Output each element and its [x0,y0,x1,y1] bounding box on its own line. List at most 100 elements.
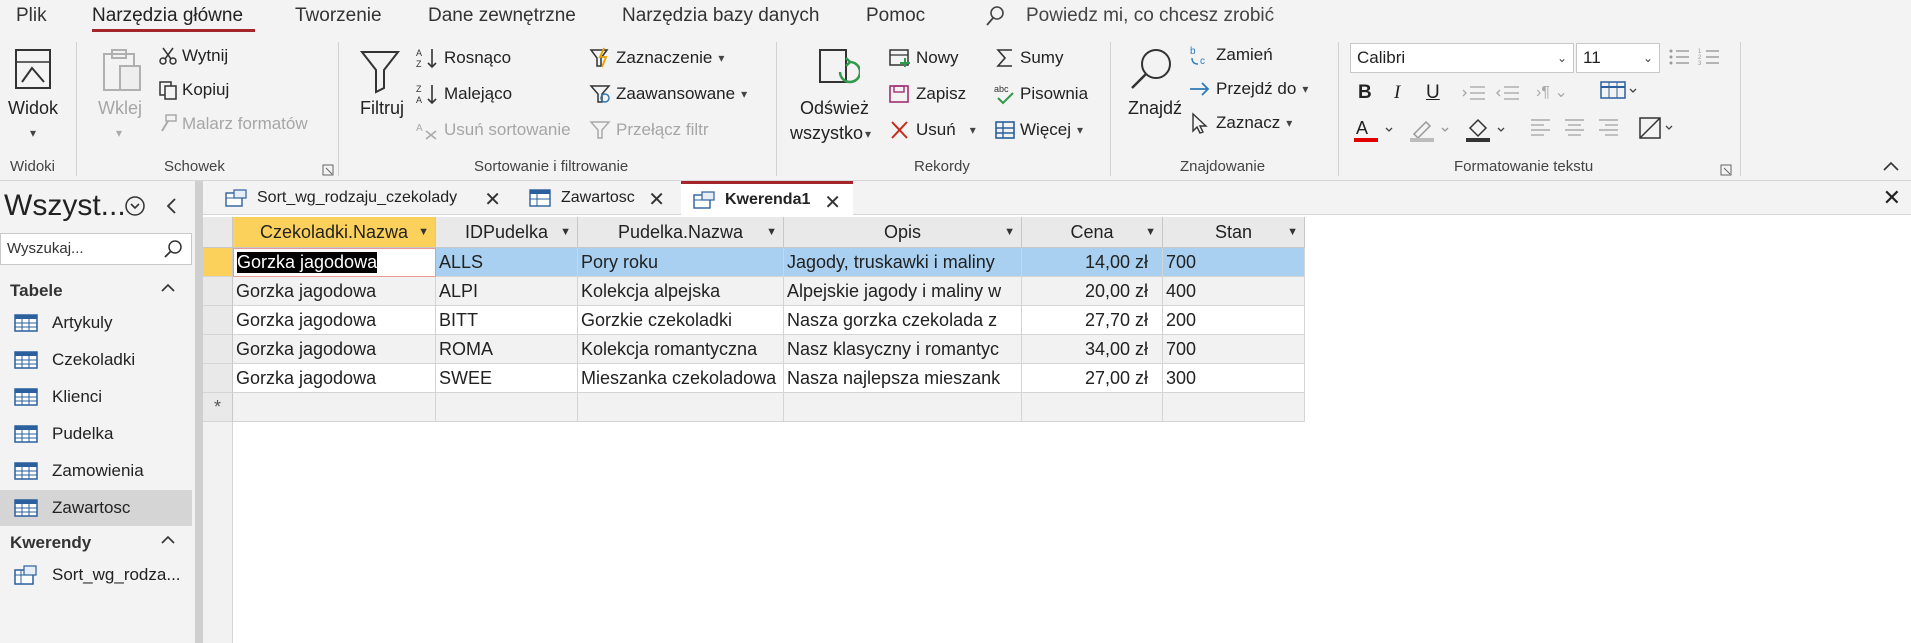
table-cell[interactable]: SWEE [436,364,578,393]
table-cell[interactable]: Jagody, truskawki i maliny [784,248,1022,277]
nav-section-queries[interactable]: Kwerendy [10,533,91,553]
table-cell[interactable]: Nasz klasyczny i romantyc [784,335,1022,364]
font-name-select[interactable]: Calibri ⌄ [1350,43,1574,73]
doc-tab-kwerenda1[interactable]: Kwerenda1 ✕ [681,181,853,215]
decrease-indent-icon[interactable] [1496,84,1520,102]
table-cell[interactable]: Nasza najlepsza mieszank [784,364,1022,393]
find-button[interactable] [1128,46,1176,97]
table-cell[interactable]: Alpejskie jagody i maliny w [784,277,1022,306]
table-cell[interactable]: ALLS [436,248,578,277]
gridlines-icon[interactable] [1600,80,1640,100]
copy-button[interactable]: Kopiuj [158,80,229,100]
table-cell[interactable]: Nasza gorzka czekolada z [784,306,1022,335]
increase-indent-icon[interactable] [1462,84,1486,102]
table-cell[interactable]: Mieszanka czekoladowa [578,364,784,393]
alternate-row-color-icon[interactable] [1638,116,1678,140]
table-cell[interactable]: 300 [1163,364,1305,393]
tab-database-tools[interactable]: Narzędzia bazy danych [622,5,820,27]
table-cell[interactable]: BITT [436,306,578,335]
clipboard-launcher-icon[interactable] [322,164,334,176]
collapse-pane-icon[interactable] [164,195,180,217]
column-dropdown-icon[interactable]: ▼ [560,226,571,238]
column-dropdown-icon[interactable]: ▼ [766,226,777,238]
paragraph-direction-icon[interactable]: ›¶ ⌄ [1536,82,1568,102]
new-record-marker[interactable]: * [203,393,233,422]
column-dropdown-icon[interactable]: ▼ [1145,226,1156,238]
spelling-button[interactable]: abc Pisownia [994,83,1088,105]
table-cell[interactable]: Kolekcja alpejska [578,277,784,306]
font-color-icon[interactable]: A [1352,116,1398,144]
paste-button[interactable] [100,48,144,99]
italic-button[interactable]: I [1394,82,1400,104]
totals-button[interactable]: Sumy [994,47,1063,69]
align-right-icon[interactable] [1598,118,1620,136]
tab-file[interactable]: Plik [16,5,47,27]
nav-table-zawartosc[interactable]: Zawartosc [0,490,192,526]
underline-button[interactable]: U [1426,82,1440,104]
column-header[interactable]: Stan ▼ [1163,217,1305,248]
table-cell[interactable]: Gorzka jagodowa [233,364,436,393]
paste-dropdown-icon[interactable]: ▾ [116,126,122,140]
table-cell[interactable]: 14,00 zł [1022,248,1163,277]
nav-section-tables[interactable]: Tabele [10,281,63,301]
align-center-icon[interactable] [1564,118,1586,136]
nav-query-sort[interactable]: Sort_wg_rodza... [0,557,192,593]
refresh-all-button[interactable] [816,46,860,97]
column-header[interactable]: Cena ▼ [1022,217,1163,248]
refresh-all-dropdown[interactable]: wszystko ▾ [790,123,871,144]
toggle-filter-button[interactable]: Przełącz filtr [588,119,709,141]
table-cell[interactable]: Gorzka jagodowa [233,277,436,306]
view-dropdown-icon[interactable]: ▾ [30,126,36,140]
collapse-ribbon-icon[interactable] [1882,160,1900,172]
tab-create[interactable]: Tworzenie [295,5,382,27]
nav-table-pudelka[interactable]: Pudelka [0,416,192,452]
table-cell-new[interactable] [233,393,436,422]
select-all-corner[interactable] [203,217,233,248]
nav-menu-chevron-icon[interactable] [124,195,146,217]
row-selector[interactable] [203,335,233,364]
table-cell-new[interactable] [784,393,1022,422]
table-cell[interactable]: ALPI [436,277,578,306]
table-cell[interactable]: 27,70 zł [1022,306,1163,335]
doc-tab-zawartosc[interactable]: Zawartosc ✕ [517,181,677,215]
row-selector[interactable] [203,306,233,335]
table-cell[interactable]: 700 [1163,248,1305,277]
nav-table-zamowienia[interactable]: Zamowienia [0,453,192,489]
close-icon[interactable]: ✕ [824,190,841,215]
tell-me-box[interactable]: Powiedz mi, co chcesz zrobić [1026,5,1274,27]
new-record-button[interactable]: Nowy [888,47,959,69]
selection-filter-button[interactable]: Zaznaczenie ▾ [588,47,724,69]
table-cell-new[interactable] [436,393,578,422]
view-button[interactable] [10,46,56,97]
tab-help[interactable]: Pomoc [866,5,925,27]
column-dropdown-icon[interactable]: ▼ [1287,226,1298,238]
close-icon[interactable]: ✕ [648,187,665,212]
replace-button[interactable]: bc Zamień [1188,44,1273,66]
font-size-select[interactable]: 11 ⌄ [1576,43,1660,73]
text-format-launcher-icon[interactable] [1720,164,1732,176]
section-collapse-icon[interactable] [160,533,176,547]
column-header[interactable]: Czekoladki.Nazwa ▼ [233,217,436,248]
search-icon[interactable] [163,239,183,259]
tab-home[interactable]: Narzędzia główne [92,5,243,27]
bold-button[interactable]: B [1358,82,1372,104]
column-header[interactable]: Pudelka.Nazwa ▼ [578,217,784,248]
column-header[interactable]: Opis ▼ [784,217,1022,248]
nav-search-input[interactable]: Wyszukaj... [0,233,192,265]
table-cell[interactable]: Gorzka jagodowa [233,306,436,335]
row-selector[interactable] [203,277,233,306]
cut-button[interactable]: Wytnij [158,46,228,66]
section-collapse-icon[interactable] [160,281,176,295]
remove-sort-button[interactable]: A Usuń sortowanie [416,119,571,141]
table-cell-new[interactable] [578,393,784,422]
tab-external-data[interactable]: Dane zewnętrzne [428,5,576,27]
delete-record-button[interactable]: Usuń ▾ [888,119,976,141]
table-cell[interactable]: 700 [1163,335,1305,364]
table-cell[interactable]: 400 [1163,277,1305,306]
nav-table-artykuly[interactable]: Artykuly [0,305,192,341]
fill-color-icon[interactable] [1464,116,1510,144]
nav-pane-title[interactable]: Wszyst... [4,189,126,223]
filter-button[interactable] [358,48,402,99]
table-cell[interactable]: ROMA [436,335,578,364]
sort-ascending-button[interactable]: AZ Rosnąco [416,47,511,69]
